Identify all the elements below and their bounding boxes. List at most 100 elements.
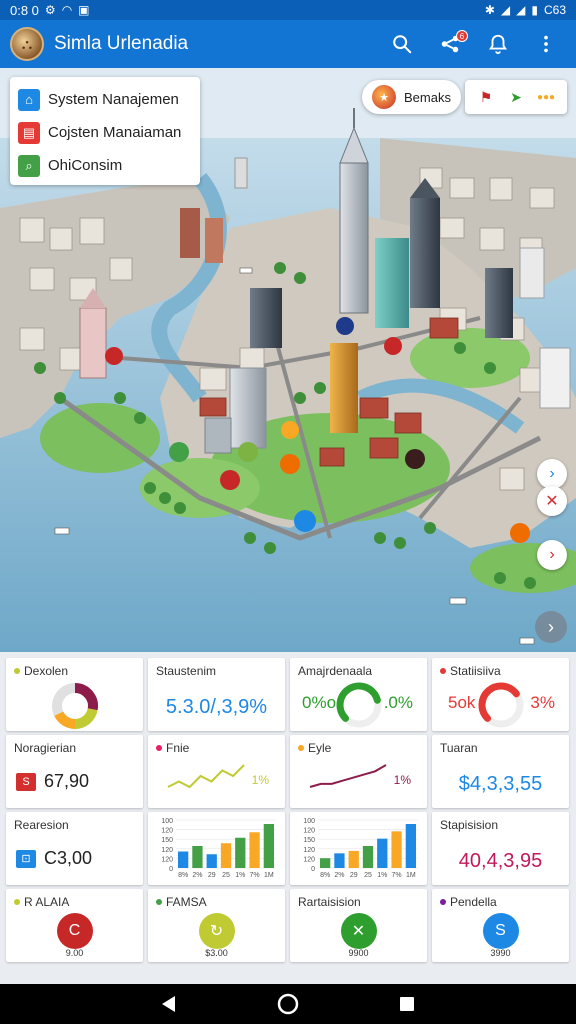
y-tick-label: 0 — [169, 866, 173, 873]
battery-icon: ▮ — [531, 3, 538, 17]
stat-card-ralaia[interactable]: R ALAIA C 9.00 — [6, 889, 143, 962]
stat-card-stapisision[interactable]: Stapisision 40,4,3,95 — [432, 812, 569, 885]
refresh-icon: ↻ — [209, 923, 224, 940]
bar — [235, 837, 246, 868]
stat-card-bar-chart-2[interactable]: 100 120 150 120 120 0 8% 2% 29 25 1% 7% 1M — [290, 812, 427, 885]
bar — [206, 854, 217, 868]
home-circle-icon — [277, 993, 299, 1015]
stat-card-eyle[interactable]: Eyle 1% — [290, 735, 427, 808]
c-icon: C — [68, 922, 81, 939]
status-time: 0:8 0 — [10, 2, 39, 18]
back-button[interactable] — [157, 992, 181, 1016]
card-caption: 9900 — [348, 948, 369, 958]
stat-card-noragierian[interactable]: Noragierian S 67,90 — [6, 735, 143, 808]
notifications-button[interactable] — [486, 32, 510, 56]
stat-card-staustenim[interactable]: Staustenim 5.3.0/,3,9% — [148, 658, 285, 731]
x-tick-label: 29 — [208, 872, 216, 879]
chevron-right-icon: › — [549, 546, 555, 563]
donut-segment — [74, 683, 98, 711]
status-dot — [14, 899, 20, 905]
chevron-right-icon: › — [549, 465, 555, 482]
scroll-right-button[interactable]: › — [535, 611, 567, 643]
share-button[interactable]: 6 — [438, 30, 468, 56]
x-tick-label: 25 — [222, 872, 230, 879]
home-button[interactable] — [276, 992, 300, 1016]
layer-item-custom-management[interactable]: ▤ Cojsten Manaiaman — [18, 116, 192, 149]
x-tick-label: 1M — [406, 872, 416, 879]
location-pin-icon: ⚑ — [479, 88, 493, 105]
city-map[interactable]: ⌂ System Nanajemen ▤ Cojsten Manaiaman ⌕… — [0, 68, 576, 652]
image-icon: ▣ — [78, 3, 90, 17]
chevron-right-icon: › — [548, 616, 554, 637]
bluetooth-icon: ✱ — [484, 3, 495, 17]
card-title: Amajrdenaala — [298, 664, 373, 678]
search-icon — [393, 35, 412, 54]
stat-value-left: 0%o, — [302, 693, 341, 712]
stat-value-right: .0% — [383, 693, 413, 712]
layer-item-system-management[interactable]: ⌂ System Nanajemen — [18, 83, 192, 116]
x-tick-label: 7% — [392, 872, 402, 879]
status-dot — [298, 745, 304, 751]
stat-card-rearesion[interactable]: Rearesion ⊡ C3,00 — [6, 812, 143, 885]
network-icon: ◢ — [516, 3, 526, 17]
bar — [391, 831, 402, 868]
signal-icon: ◢ — [500, 3, 511, 17]
map-chip-button[interactable]: ★ Bemaks — [362, 80, 461, 114]
bar — [192, 846, 203, 868]
card-title: Fnie — [166, 741, 190, 755]
more-menu-button[interactable] — [534, 32, 558, 56]
layer-label: System Nanajemen — [48, 91, 179, 108]
action-circle-button[interactable]: S — [482, 913, 519, 949]
ticket-icon: S — [16, 772, 36, 791]
trend-value: 1% — [393, 773, 411, 787]
navigation-icon: ➤ — [510, 88, 522, 105]
bar — [348, 850, 359, 868]
app-bar: ⛬ Simla Urlenadia 6 — [0, 20, 576, 68]
stat-card-tuaran[interactable]: Tuaran $4,3,3,55 — [432, 735, 569, 808]
bar-chart: 100 120 150 120 120 0 8% 2% 29 25 1% 7% 1M — [303, 818, 418, 879]
navigation-tool-button[interactable]: ➤ — [505, 86, 527, 108]
donut-segment — [74, 708, 98, 729]
recents-button[interactable] — [395, 992, 419, 1016]
stat-card-statiisiiva[interactable]: Statiisiiva 5ok 3% — [432, 658, 569, 731]
stat-card-rartaisision[interactable]: Rartaisision ✕ 9900 — [290, 889, 427, 962]
stat-value: $4,3,3,55 — [458, 773, 543, 795]
y-tick-label: 100 — [161, 818, 173, 825]
card-caption: 9.00 — [65, 948, 84, 958]
stat-value-left: 5ok — [448, 693, 476, 712]
close-map-button[interactable]: ✕ — [537, 486, 567, 516]
recents-square-icon — [399, 997, 414, 1011]
search-button[interactable] — [390, 32, 414, 56]
stat-card-fnie[interactable]: Fnie 1% — [148, 735, 285, 808]
map-tools: ⚑ ➤ ●●● — [465, 80, 567, 114]
donut-chart — [51, 683, 98, 729]
stat-card-bar-chart-1[interactable]: 100 120 150 120 120 0 8% 2% 29 25 1% 7% 1M — [148, 812, 285, 885]
more-tools-button[interactable]: ●●● — [535, 86, 557, 108]
calendar-icon: ⊡ — [16, 849, 36, 868]
stat-card-dexolen[interactable]: Dexolen — [6, 658, 143, 731]
battery-text: C63 — [543, 3, 566, 17]
stat-value: 67,90 — [44, 771, 90, 791]
bell-icon — [488, 34, 508, 55]
y-tick-label: 150 — [303, 837, 315, 844]
bar — [249, 832, 260, 868]
stat-value: 40,4,3,95 — [458, 850, 543, 872]
stat-card-famsa[interactable]: FAMSA ↻ $3.00 — [148, 889, 285, 962]
app-logo: ⛬ — [10, 27, 44, 61]
trend-line-chart — [309, 764, 387, 788]
stat-card-pendella[interactable]: Pendella S 3990 — [432, 889, 569, 962]
action-circle-button[interactable]: C — [56, 913, 93, 949]
x-tick-label: 7% — [250, 872, 260, 879]
notification-badge: 6 — [456, 30, 468, 42]
bar — [220, 843, 232, 868]
status-dot — [156, 745, 162, 751]
action-circle-button[interactable]: ↻ — [198, 913, 235, 949]
stat-card-amajrdenaala[interactable]: Amajrdenaala 0%o, .0% — [290, 658, 427, 731]
action-circle-button[interactable]: ✕ — [340, 913, 377, 949]
settings-icon: ⚙ — [44, 3, 56, 17]
x-tick-label: 8% — [320, 872, 330, 879]
forward-button[interactable]: › — [537, 540, 567, 570]
location-tool-button[interactable]: ⚑ — [475, 86, 497, 108]
layer-item-consim[interactable]: ⌕ OhiConsim — [18, 149, 192, 182]
next-button[interactable]: › — [537, 459, 567, 489]
